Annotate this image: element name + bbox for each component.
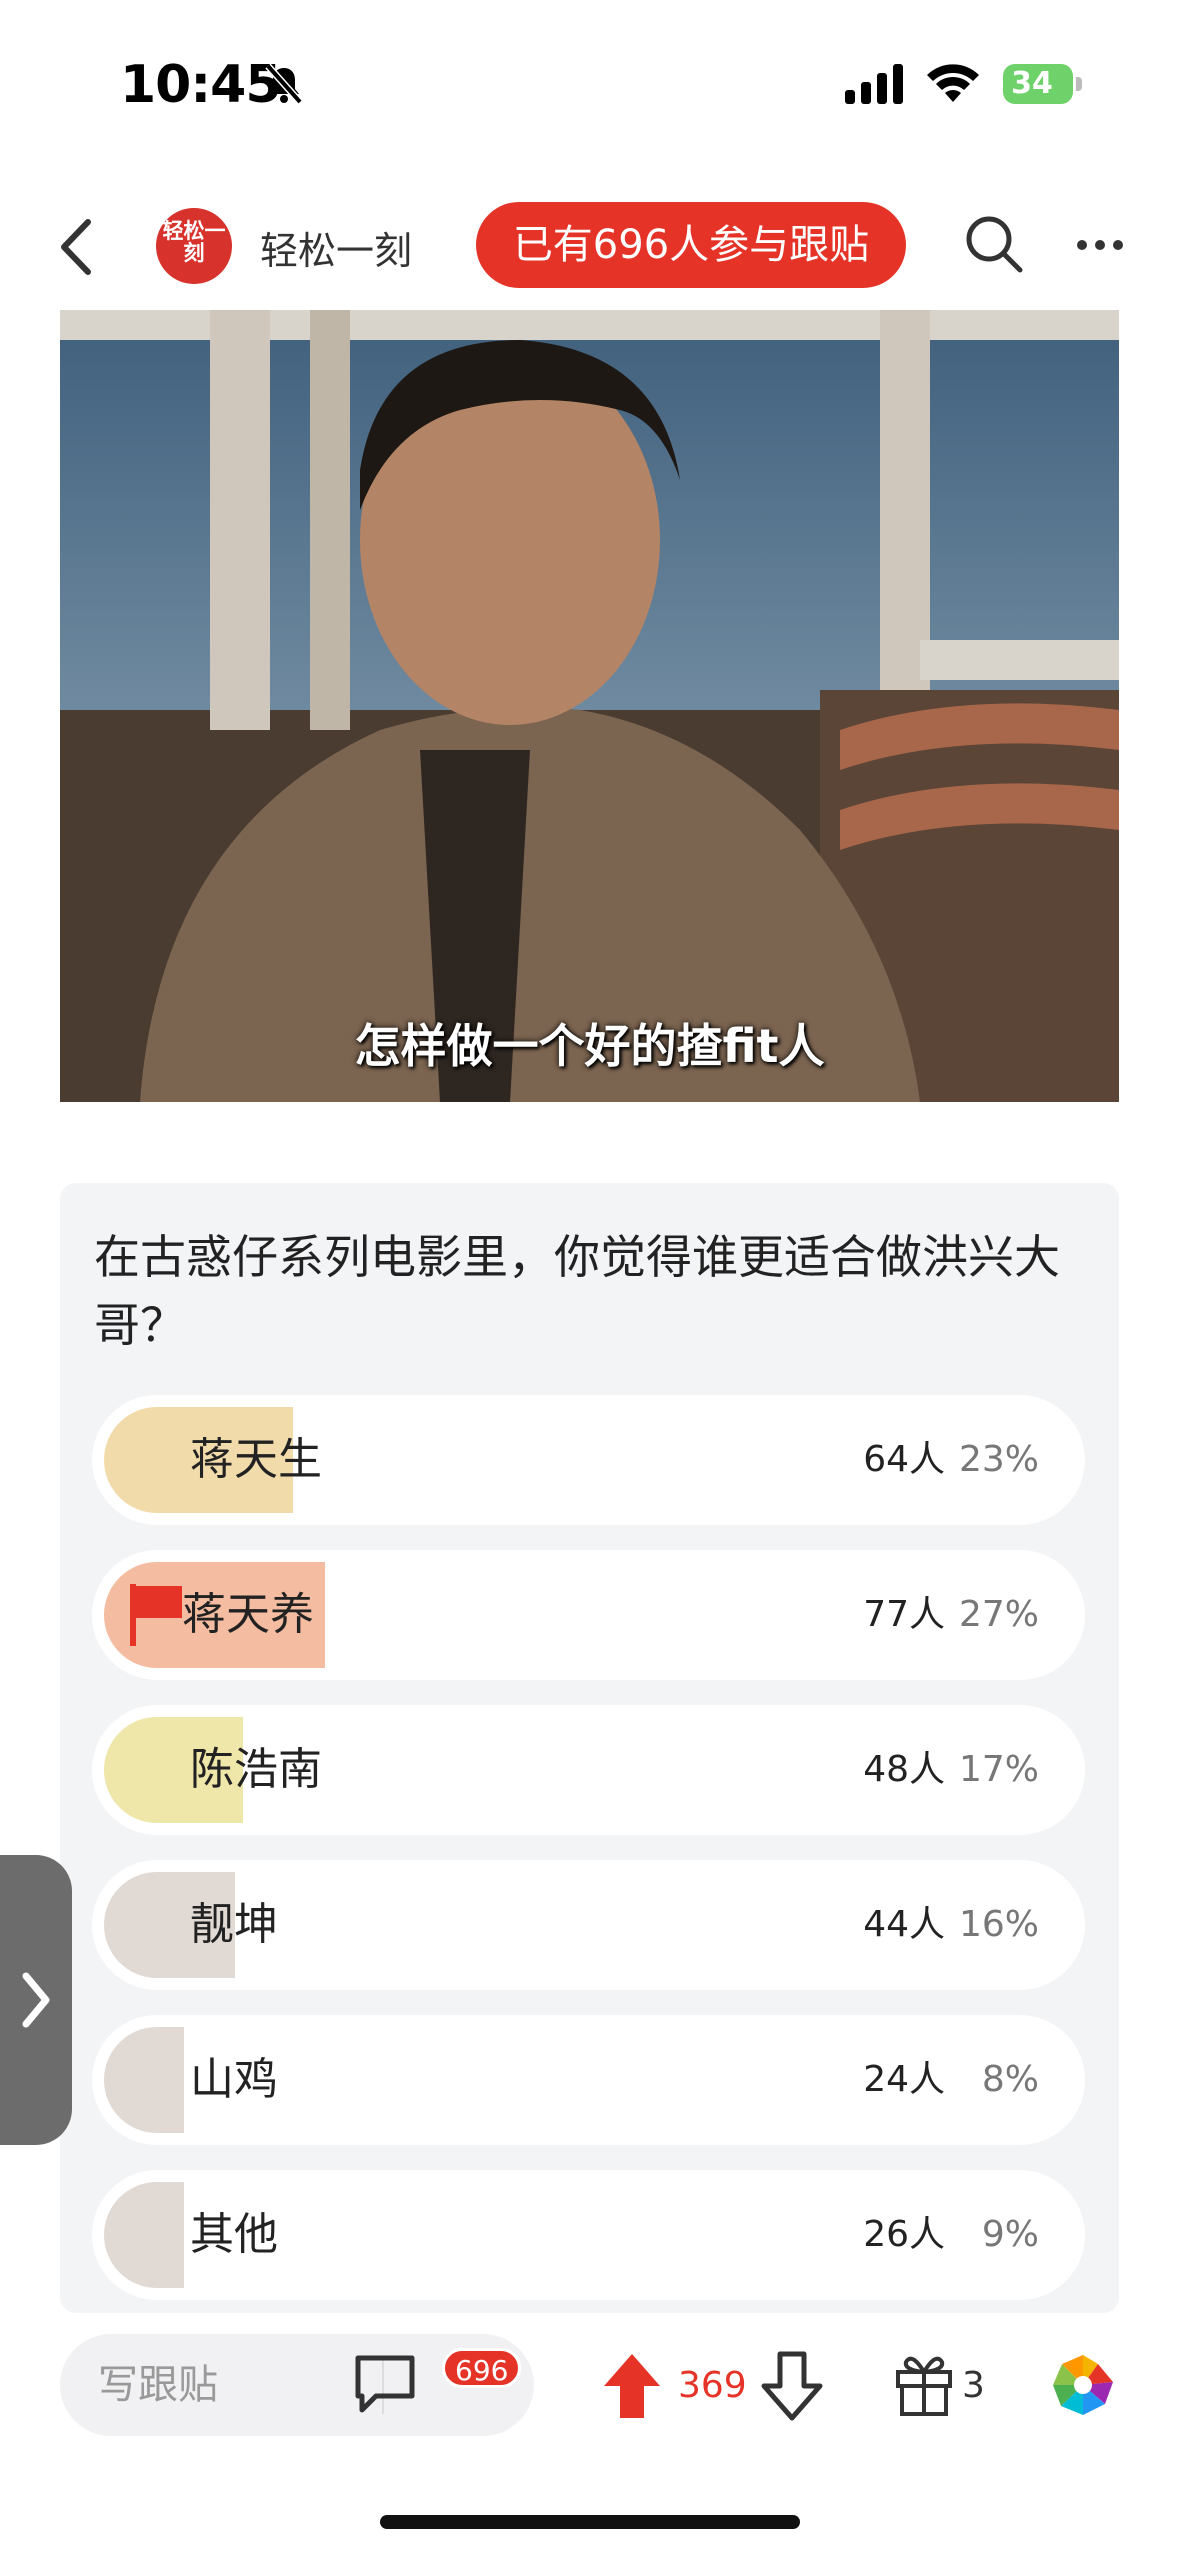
status-time: 10:45 [120,55,282,115]
aperture-share-icon[interactable] [1050,2352,1116,2418]
downvote-arrow-icon[interactable] [760,2350,824,2422]
channel-name[interactable]: 轻松一刻 [260,220,412,275]
poll-option-label: 陈浩南 [190,1744,322,1795]
comment-count-badge: 696 [442,2348,522,2388]
more-icon[interactable] [1075,238,1125,252]
search-icon[interactable] [962,212,1026,276]
poll-option-bar [104,2182,184,2288]
poll-option-count: 64人 [863,1439,945,1480]
wifi-icon [927,64,979,102]
reply-placeholder: 写跟贴 [98,2362,218,2408]
movie-still-illustration [60,310,1119,1102]
poll-option-label: 蒋天养 [182,1589,314,1640]
poll-option-percent: 8% [981,2059,1039,2100]
poll-option-count: 24人 [863,2059,945,2100]
poll-option[interactable]: 蒋天生 64人 23% [92,1395,1085,1525]
channel-avatar[interactable]: 轻松一刻 [156,208,232,284]
poll-option-percent: 16% [958,1904,1039,1945]
poll-option-bar [104,2027,184,2133]
poll-option[interactable]: 山鸡 24人 8% [92,2015,1085,2145]
poll-option[interactable]: 靓坤 44人 16% [92,1860,1085,1990]
poll-question: 在古惑仔系列电影里，你觉得谁更适合做洪兴大哥？ [94,1230,1060,1352]
selected-flag-icon [130,1584,182,1646]
poll-option-count: 26人 [863,2214,945,2255]
poll-option-count: 44人 [863,1904,945,1945]
poll-option-percent: 23% [958,1439,1039,1480]
battery-level: 34 [1011,66,1053,101]
poll-option-count: 48人 [863,1749,945,1790]
bottom-action-bar: 写跟贴 696 369 3 [0,2320,1179,2460]
poll-option[interactable]: 蒋天养 77人 27% [92,1550,1085,1680]
home-indicator [380,2515,800,2529]
side-drawer-handle[interactable] [0,1855,72,2145]
poll-option-percent: 9% [981,2214,1039,2255]
gift-count: 3 [962,2365,985,2406]
poll-option[interactable]: 陈浩南 48人 17% [92,1705,1085,1835]
cellular-signal-icon [845,64,903,104]
bell-off-icon [265,63,303,105]
chevron-right-icon [22,1972,50,2028]
top-nav: 轻松一刻 轻松一刻 已有696人参与跟贴 [0,190,1179,300]
upvote-count: 369 [678,2365,747,2406]
poll-option-count: 77人 [863,1594,945,1635]
avatar-logo-text: 轻松一刻 [162,219,226,265]
status-bar: 10:45 34 [0,0,1179,170]
gift-icon[interactable] [892,2348,956,2418]
upvote-arrow-icon[interactable] [600,2350,664,2422]
poll-option[interactable]: 其他 26人 9% [92,2170,1085,2300]
comment-icon[interactable] [350,2348,422,2418]
poll-option-percent: 27% [958,1594,1039,1635]
join-discussion-button[interactable]: 已有696人参与跟贴 [476,202,906,288]
back-arrow-icon[interactable] [50,212,110,282]
battery-icon: 34 [1003,64,1073,104]
poll-option-percent: 17% [958,1749,1039,1790]
poll-option-label: 山鸡 [190,2054,278,2105]
poll-option-label: 靓坤 [190,1899,278,1950]
poll-option-label: 其他 [190,2209,278,2260]
battery-tip [1076,77,1082,91]
post-image[interactable]: 怎样做一个好的揸fit人 [60,310,1119,1102]
image-caption: 怎样做一个好的揸fit人 [354,1019,825,1073]
poll-card: 在古惑仔系列电影里，你觉得谁更适合做洪兴大哥？ 蒋天生 64人 23% 蒋天养 … [60,1183,1119,2313]
poll-option-label: 蒋天生 [190,1434,322,1485]
